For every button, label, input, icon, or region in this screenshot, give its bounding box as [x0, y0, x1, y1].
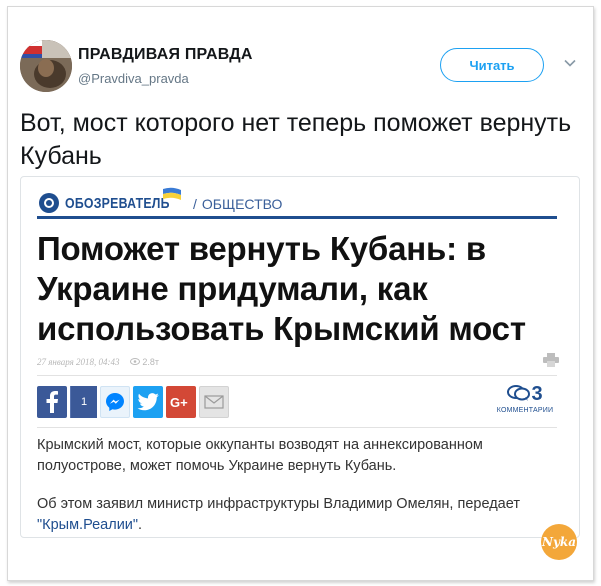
paragraph-2-end: . [138, 517, 143, 533]
eye-icon [129, 358, 140, 365]
meta-divider [37, 375, 557, 376]
print-icon[interactable] [543, 353, 559, 367]
article-headline[interactable]: Поможет вернуть Кубань: в Украине придум… [37, 229, 557, 349]
tweet-text: Вот, мост которого нет теперь поможет ве… [20, 109, 572, 170]
comments-link[interactable]: 3 КОММЕНТАРИИ [489, 383, 561, 414]
section-label[interactable]: ОБЩЕСТВО [202, 196, 283, 212]
comments-icon [507, 385, 531, 401]
svg-text:G+: G+ [170, 395, 188, 410]
google-plus-share-button[interactable]: G+ [166, 386, 196, 418]
source-link[interactable]: "Крым.Реалии" [37, 517, 138, 533]
views-count: 2.8т [142, 357, 159, 367]
breadcrumb-separator: / [193, 196, 197, 212]
follow-button[interactable]: Читать [440, 48, 544, 82]
share-divider [37, 427, 557, 428]
email-icon [204, 395, 224, 409]
email-share-button[interactable] [199, 386, 229, 418]
views-counter: 2.8т [129, 357, 159, 367]
facebook-share-count: 1 [70, 386, 97, 418]
article-date: 27 января 2018, 04:43 [37, 357, 120, 367]
flag-icon [163, 187, 181, 200]
article-meta: 27 января 2018, 04:43 2.8т [37, 357, 159, 367]
messenger-share-button[interactable] [100, 386, 130, 418]
article-card[interactable]: ОБОЗРЕВАТЕЛЬ / ОБЩЕСТВО Поможет вернуть К… [20, 176, 580, 538]
facebook-icon [46, 391, 58, 413]
comments-counter: 3 [489, 383, 561, 406]
logo-mark-icon [39, 193, 59, 213]
google-plus-icon: G+ [170, 395, 188, 410]
site-name: ОБОЗРЕВАТЕЛЬ [65, 194, 170, 212]
paragraph-2-text: Об этом заявил министр инфраструктуры Вл… [37, 496, 520, 512]
watermark-logo: Nyka [541, 524, 577, 560]
comments-label: КОММЕНТАРИИ [496, 407, 554, 414]
account-name[interactable]: ПРАВДИВАЯ ПРАВДА [78, 46, 253, 64]
twitter-icon [137, 393, 159, 411]
header-divider [37, 216, 557, 219]
messenger-icon [106, 393, 124, 411]
comments-count: 3 [531, 383, 543, 405]
share-bar: 1 G+ [37, 386, 232, 420]
account-handle[interactable]: @Pravdiva_pravda [78, 71, 189, 86]
avatar[interactable] [20, 40, 72, 92]
facebook-share-button[interactable] [37, 386, 67, 418]
breadcrumb[interactable]: / ОБЩЕСТВО [193, 196, 282, 212]
chevron-down-icon[interactable] [563, 56, 577, 70]
twitter-share-button[interactable] [133, 386, 163, 418]
avatar-image [20, 40, 72, 92]
article-paragraph-2: Об этом заявил министр инфраструктуры Вл… [37, 494, 557, 536]
article-paragraph-1: Крымский мост, которые оккупанты возводя… [37, 437, 483, 474]
